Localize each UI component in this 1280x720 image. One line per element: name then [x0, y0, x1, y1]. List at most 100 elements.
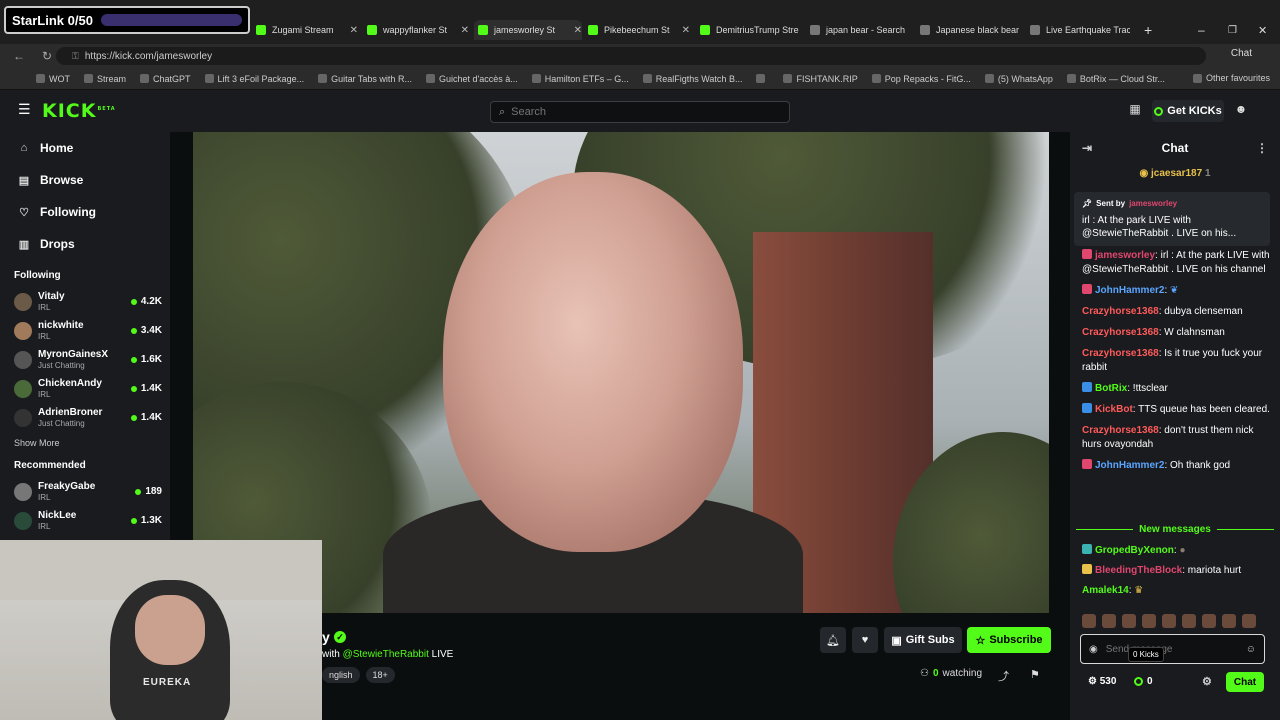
browser-tab[interactable]: Live Earthquake Trac✕: [1030, 20, 1130, 40]
back-icon[interactable]: ←: [10, 49, 28, 63]
sidebar-item-home[interactable]: ⌂ Home: [0, 132, 170, 164]
bookmark-item[interactable]: (5) WhatsApp: [984, 74, 1053, 84]
notifications-button[interactable]: 🔔︎: [820, 627, 846, 653]
sidebar-item-browse[interactable]: ▤ Browse: [0, 164, 170, 196]
emote-icon[interactable]: [1142, 614, 1156, 628]
close-tab-icon[interactable]: ✕: [457, 25, 469, 36]
gear-icon[interactable]: ⚙: [1202, 675, 1212, 688]
new-tab-button[interactable]: +: [1144, 20, 1158, 40]
chat-input[interactable]: [1105, 643, 1238, 655]
bookmark-item[interactable]: WOT: [36, 74, 70, 84]
minimize-window-icon[interactable]: –: [1198, 20, 1210, 40]
chat-username[interactable]: Crazyhorse1368: [1082, 306, 1159, 317]
new-messages-divider[interactable]: New messages: [1076, 524, 1274, 535]
get-kicks-button[interactable]: Get KICKs: [1152, 100, 1224, 122]
emote-icon[interactable]: [1182, 614, 1196, 628]
emote-icon[interactable]: [1162, 614, 1176, 628]
channel-points[interactable]: ⚙︎ 530: [1088, 676, 1116, 687]
streamer-name[interactable]: y: [322, 629, 330, 645]
chat-username[interactable]: GropedByXenon: [1095, 545, 1174, 556]
sidebar-item-following[interactable]: ♡ Following: [0, 196, 170, 228]
close-tab-icon[interactable]: ✕: [346, 25, 358, 36]
report-icon[interactable]: ⚑: [1030, 668, 1040, 681]
collapse-chat-icon[interactable]: ⇥: [1082, 141, 1092, 155]
search-bar[interactable]: ⌕: [490, 101, 790, 123]
emote-icon[interactable]: [1082, 614, 1096, 628]
recommended-channel[interactable]: NickLee IRL 1.3K: [0, 506, 170, 535]
bookmark-item[interactable]: BotRix — Cloud Str...: [1066, 74, 1165, 84]
emoji-icon[interactable]: ☺: [1246, 644, 1256, 655]
emote-icon[interactable]: [1102, 614, 1116, 628]
chat-username[interactable]: JohnHammer2: [1095, 285, 1164, 296]
close-tab-icon[interactable]: ✕: [678, 25, 690, 36]
browser-tab[interactable]: japan bear - Search✕: [810, 20, 910, 40]
refresh-icon[interactable]: ↻: [38, 49, 56, 63]
bookmark-item[interactable]: [756, 74, 769, 83]
site-info-icon[interactable]: ⚿: [72, 51, 79, 62]
chat-username[interactable]: BotRix: [1095, 383, 1127, 394]
bookmark-item[interactable]: Hamilton ETFs – G...: [531, 74, 629, 84]
chat-username[interactable]: KickBot: [1095, 404, 1133, 415]
emote-icon[interactable]: [1202, 614, 1216, 628]
mature-tag[interactable]: 18+: [365, 667, 395, 683]
search-input[interactable]: [511, 106, 762, 118]
top-gifter[interactable]: ◉ jcaesar187 1: [1070, 168, 1280, 179]
menu-icon[interactable]: ☰: [18, 102, 31, 116]
following-channel[interactable]: ChickenAndy IRL 1.4K: [0, 374, 170, 403]
url-field[interactable]: ⚿ https://kick.com/jamesworley: [56, 47, 1206, 65]
bookmark-item[interactable]: Stream: [84, 74, 126, 84]
kicks-balance[interactable]: 0: [1134, 676, 1153, 687]
share-icon[interactable]: ⤴: [998, 668, 1009, 684]
close-tab-icon[interactable]: ✕: [570, 25, 582, 36]
emote-icon[interactable]: [1122, 614, 1136, 628]
browser-tab[interactable]: Japanese black bear✕: [920, 20, 1020, 40]
creator-dashboard-icon[interactable]: ▦: [1126, 102, 1144, 120]
chat-input-box[interactable]: ◉ ☺: [1080, 634, 1265, 664]
subscribe-button[interactable]: ☆ Subscribe: [967, 627, 1051, 653]
bookmark-item[interactable]: FISHTANK.RIP: [783, 74, 858, 84]
kicks-icon[interactable]: ◉: [1089, 644, 1098, 655]
sidebar-item-drops[interactable]: ▥ Drops: [0, 228, 170, 260]
close-window-icon[interactable]: ✕: [1258, 20, 1270, 40]
following-channel[interactable]: Vitaly IRL 4.2K: [0, 287, 170, 316]
following-channel[interactable]: nickwhite IRL 3.4K: [0, 316, 170, 345]
kick-logo[interactable]: KICKBETA: [42, 100, 116, 122]
chat-messages: jamesworley: irl : At the park LIVE with…: [1082, 249, 1270, 480]
chat-username[interactable]: Crazyhorse1368: [1082, 425, 1159, 436]
title-mention-link[interactable]: @StewieTheRabbit: [343, 649, 429, 660]
pinned-username[interactable]: jamesworley: [1129, 197, 1177, 210]
recommended-channel[interactable]: FreakyGabe IRL 189: [0, 477, 170, 506]
bookmark-item[interactable]: Pop Repacks - FitG...: [871, 74, 971, 84]
following-channel[interactable]: AdrienBroner Just Chatting 1.4K: [0, 403, 170, 432]
chat-username[interactable]: Amalek14: [1082, 585, 1129, 596]
browser-tab[interactable]: DemitriusTrump Stre✕: [700, 20, 800, 40]
browser-chat-button[interactable]: Chat: [1231, 48, 1252, 59]
browser-tab[interactable]: wappyflanker St ✕: [367, 20, 469, 40]
bookmark-item[interactable]: RealFigths Watch B...: [642, 74, 742, 84]
browser-tab[interactable]: Zugami Stream ✕: [256, 20, 358, 40]
show-more-link[interactable]: Show More: [0, 432, 170, 454]
bookmark-item[interactable]: Guitar Tabs with R...: [318, 74, 412, 84]
browser-tab-active[interactable]: jamesworley St ✕: [474, 20, 582, 40]
maximize-window-icon[interactable]: ❐: [1228, 20, 1240, 40]
send-chat-button[interactable]: Chat: [1226, 672, 1264, 692]
gift-subs-button[interactable]: ▣ Gift Subs: [884, 627, 962, 653]
pinned-message[interactable]: 📌︎ Sent by jamesworley irl : At the park L…: [1074, 192, 1270, 246]
chat-settings-icon[interactable]: ⋮: [1256, 141, 1268, 155]
language-tag[interactable]: nglish: [322, 667, 360, 683]
emote-icon[interactable]: [1222, 614, 1236, 628]
browser-tab[interactable]: Pikebeechum St ✕: [588, 20, 690, 40]
bookmark-item[interactable]: ChatGPT: [140, 74, 191, 84]
chat-username[interactable]: BleedingTheBlock: [1095, 565, 1182, 576]
other-favourites[interactable]: Other favourites: [1192, 73, 1270, 83]
following-channel[interactable]: MyronGainesX Just Chatting 1.6K: [0, 345, 170, 374]
bookmark-item[interactable]: Guichet d'accès à...: [425, 74, 518, 84]
chat-username[interactable]: Crazyhorse1368: [1082, 348, 1159, 359]
chat-username[interactable]: jamesworley: [1095, 250, 1155, 261]
emote-icon[interactable]: [1242, 614, 1256, 628]
bookmark-item[interactable]: Lift 3 eFoil Package...: [204, 74, 304, 84]
chat-username[interactable]: JohnHammer2: [1095, 460, 1164, 471]
follow-button[interactable]: ♥: [852, 627, 878, 653]
chat-username[interactable]: Crazyhorse1368: [1082, 327, 1159, 338]
user-avatar[interactable]: ☻: [1232, 102, 1250, 120]
